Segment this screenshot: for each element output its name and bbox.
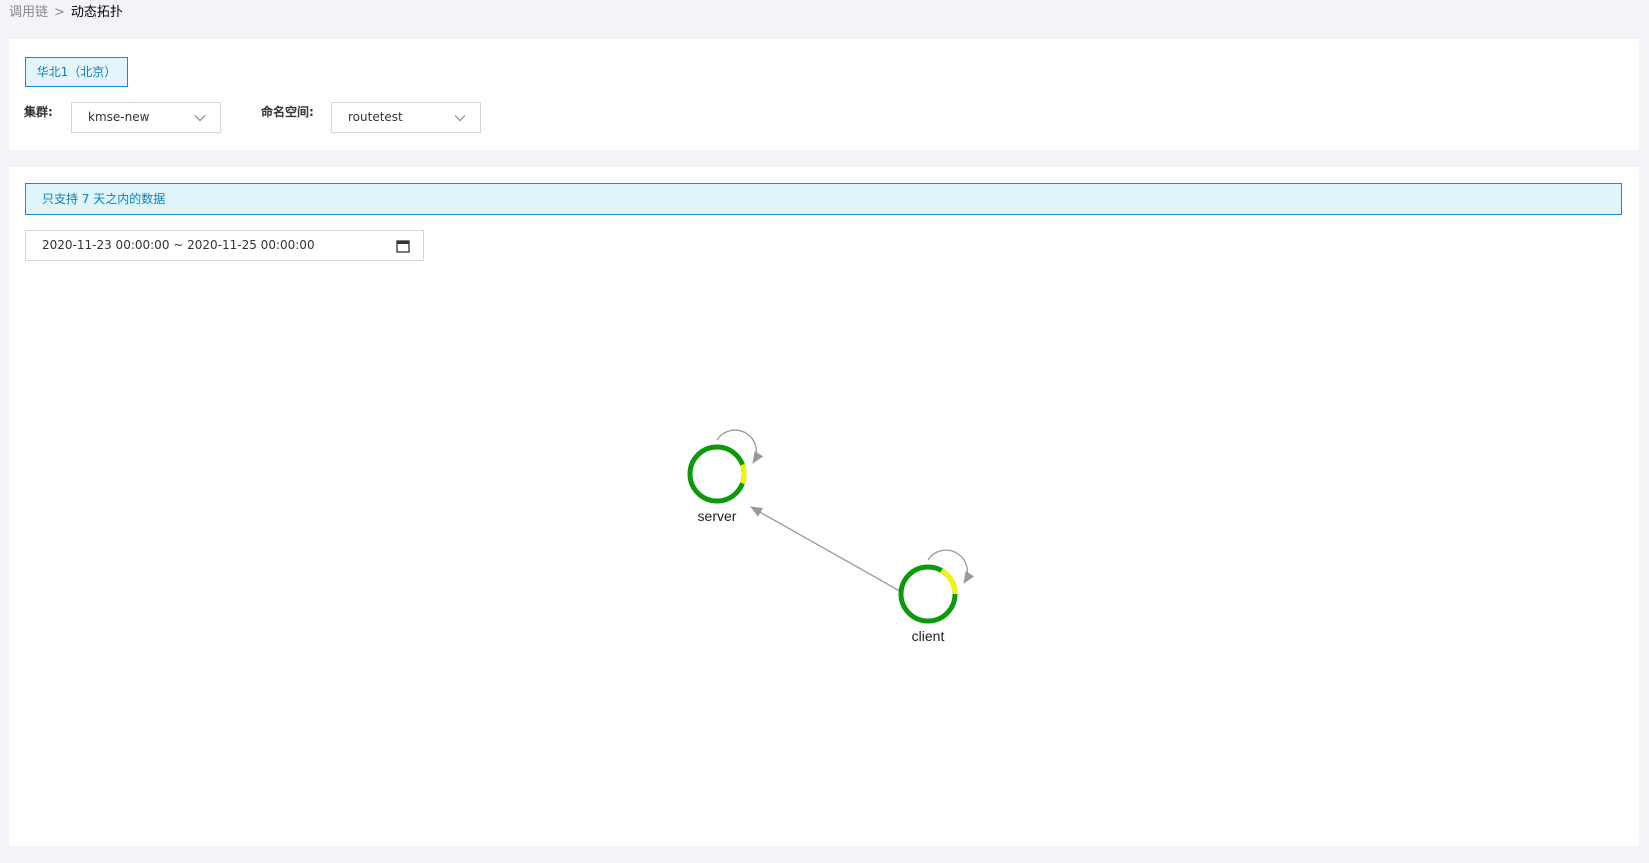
date-range-picker[interactable]: 2020-11-23 00:00:00 ~ 2020-11-25 00:00:0… xyxy=(25,230,424,261)
filter-panel: 华北1（北京） 集群: kmse-new 命名空间: routetest xyxy=(9,39,1639,150)
namespace-label: 命名空间: xyxy=(261,105,314,119)
calendar-icon[interactable] xyxy=(396,239,410,253)
node-server[interactable]: server xyxy=(687,429,764,524)
date-range-value: 2020-11-23 00:00:00 ~ 2020-11-25 00:00:0… xyxy=(42,238,315,252)
info-notice: 只支持 7 天之内的数据 xyxy=(25,183,1622,215)
namespace-select[interactable]: routetest xyxy=(331,102,481,133)
breadcrumb-current: 动态拓扑 xyxy=(70,5,123,20)
node-client[interactable]: client xyxy=(898,549,975,644)
cluster-select-value: kmse-new xyxy=(88,110,150,124)
chevron-down-icon xyxy=(454,115,466,122)
topology-panel: 只支持 7 天之内的数据 2020-11-23 00:00:00 ~ 2020-… xyxy=(9,167,1639,846)
cluster-label: 集群: xyxy=(24,105,53,119)
topology-graph[interactable]: server client xyxy=(9,277,1639,837)
cluster-select[interactable]: kmse-new xyxy=(71,102,221,133)
node-ring-success xyxy=(687,444,747,504)
chevron-down-icon xyxy=(194,115,206,122)
breadcrumb-separator: > xyxy=(54,5,65,20)
node-ring-warning xyxy=(739,463,747,485)
namespace-select-value: routetest xyxy=(348,110,403,124)
edge-client-to-server[interactable] xyxy=(750,506,906,595)
region-button[interactable]: 华北1（北京） xyxy=(25,57,128,87)
breadcrumb-parent[interactable]: 调用链 xyxy=(9,5,48,20)
node-label: client xyxy=(912,628,945,644)
breadcrumb: 调用链 > 动态拓扑 xyxy=(9,4,123,22)
node-label: server xyxy=(698,508,737,524)
